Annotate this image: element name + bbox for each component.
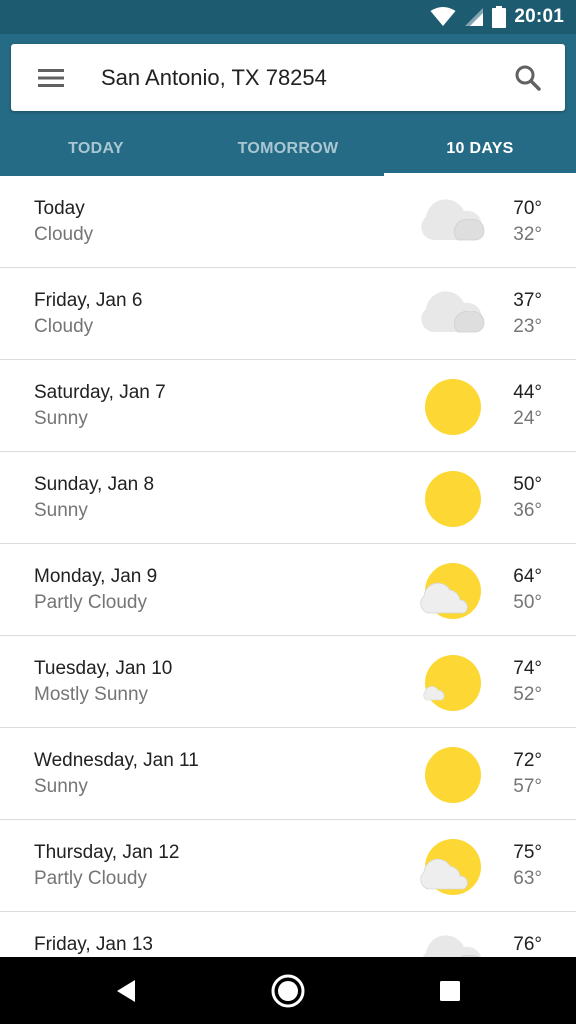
tab-tomorrow[interactable]: TOMORROW	[192, 122, 384, 176]
forecast-row[interactable]: Wednesday, Jan 11 Sunny 72° 57°	[0, 728, 576, 820]
tab-today[interactable]: TODAY	[0, 122, 192, 176]
temp-low: 52°	[513, 684, 542, 705]
search-button[interactable]	[511, 61, 545, 95]
sunny-icon	[425, 471, 481, 527]
forecast-row[interactable]: Saturday, Jan 7 Sunny 44° 24°	[0, 360, 576, 452]
temp-high: 70°	[513, 198, 542, 219]
forecast-row[interactable]: Thursday, Jan 12 Partly Cloudy 75° 63°	[0, 820, 576, 912]
day-condition: Partly Cloudy	[34, 868, 147, 889]
day-name: Wednesday, Jan 11	[34, 750, 199, 771]
temp-high: 37°	[513, 290, 542, 311]
home-icon	[271, 974, 305, 1008]
home-button[interactable]	[270, 973, 306, 1009]
day-name: Friday, Jan 6	[34, 290, 143, 311]
cloudy-icon	[421, 199, 485, 241]
cell-signal-icon	[465, 8, 484, 26]
search-icon	[515, 65, 541, 91]
temp-low: 50°	[513, 592, 542, 613]
day-condition: Cloudy	[34, 224, 94, 245]
status-bar: 20:01	[0, 0, 576, 34]
temp-high: 50°	[513, 474, 542, 495]
day-condition: Mostly Sunny	[34, 684, 149, 705]
app-header: TODAY TOMORROW 10 DAYS	[0, 34, 576, 176]
temp-low: 23°	[513, 316, 542, 337]
wifi-icon	[430, 7, 456, 26]
partly-cloudy-icon	[420, 563, 481, 619]
forecast-row[interactable]: Monday, Jan 9 Partly Cloudy 64° 50°	[0, 544, 576, 636]
mostly-sunny-icon	[423, 655, 481, 711]
tab-bar: TODAY TOMORROW 10 DAYS	[0, 122, 576, 176]
sunny-icon	[425, 747, 481, 803]
forecast-list[interactable]: Today Cloudy 70° 32° Friday, Jan 6 Cloud…	[0, 176, 576, 957]
day-condition: Partly Cloudy	[34, 592, 147, 613]
temp-low: 32°	[513, 224, 542, 245]
day-condition: Sunny	[34, 408, 88, 429]
navigation-bar	[0, 957, 576, 1024]
day-name: Thursday, Jan 12	[34, 842, 180, 863]
temp-high: 72°	[513, 750, 542, 771]
tab-10-days[interactable]: 10 DAYS	[384, 122, 576, 176]
temp-high: 75°	[513, 842, 542, 863]
search-card	[11, 44, 565, 111]
forecast-row[interactable]: Today Cloudy 70° 32°	[0, 176, 576, 268]
recents-icon	[440, 981, 460, 1001]
day-name: Friday, Jan 13	[34, 934, 153, 955]
day-name: Today	[34, 198, 85, 219]
day-name: Sunday, Jan 8	[34, 474, 155, 495]
day-condition: Cloudy	[34, 316, 94, 337]
temp-high: 76°	[513, 934, 542, 955]
forecast-row[interactable]: Tuesday, Jan 10 Mostly Sunny 74° 52°	[0, 636, 576, 728]
temp-low: 57°	[513, 776, 542, 797]
day-condition: Sunny	[34, 776, 88, 797]
menu-button[interactable]	[33, 64, 69, 92]
back-icon	[117, 980, 135, 1002]
recents-button[interactable]	[432, 973, 468, 1009]
temp-high: 64°	[513, 566, 542, 587]
menu-icon	[38, 69, 64, 87]
day-name: Monday, Jan 9	[34, 566, 158, 587]
battery-icon	[492, 6, 507, 28]
forecast-row[interactable]: Friday, Jan 6 Cloudy 37° 23°	[0, 268, 576, 360]
partly-cloudy-icon	[420, 839, 481, 895]
day-condition: Sunny	[34, 500, 88, 521]
status-icons: 20:01	[430, 6, 564, 28]
temp-low: 63°	[513, 868, 542, 889]
status-time: 20:01	[514, 6, 564, 27]
cloudy-icon	[421, 291, 485, 333]
forecast-row[interactable]: Sunday, Jan 8 Sunny 50° 36°	[0, 452, 576, 544]
forecast-row[interactable]: Friday, Jan 13 76°	[0, 912, 576, 957]
temp-low: 24°	[513, 408, 542, 429]
day-name: Tuesday, Jan 10	[34, 658, 173, 679]
cloudy-icon	[422, 935, 482, 957]
temp-high: 74°	[513, 658, 542, 679]
back-button[interactable]	[108, 973, 144, 1009]
temp-low: 36°	[513, 500, 542, 521]
temp-high: 44°	[513, 382, 542, 403]
location-search-input[interactable]	[101, 61, 481, 95]
day-name: Saturday, Jan 7	[34, 382, 166, 403]
sunny-icon	[425, 379, 481, 435]
